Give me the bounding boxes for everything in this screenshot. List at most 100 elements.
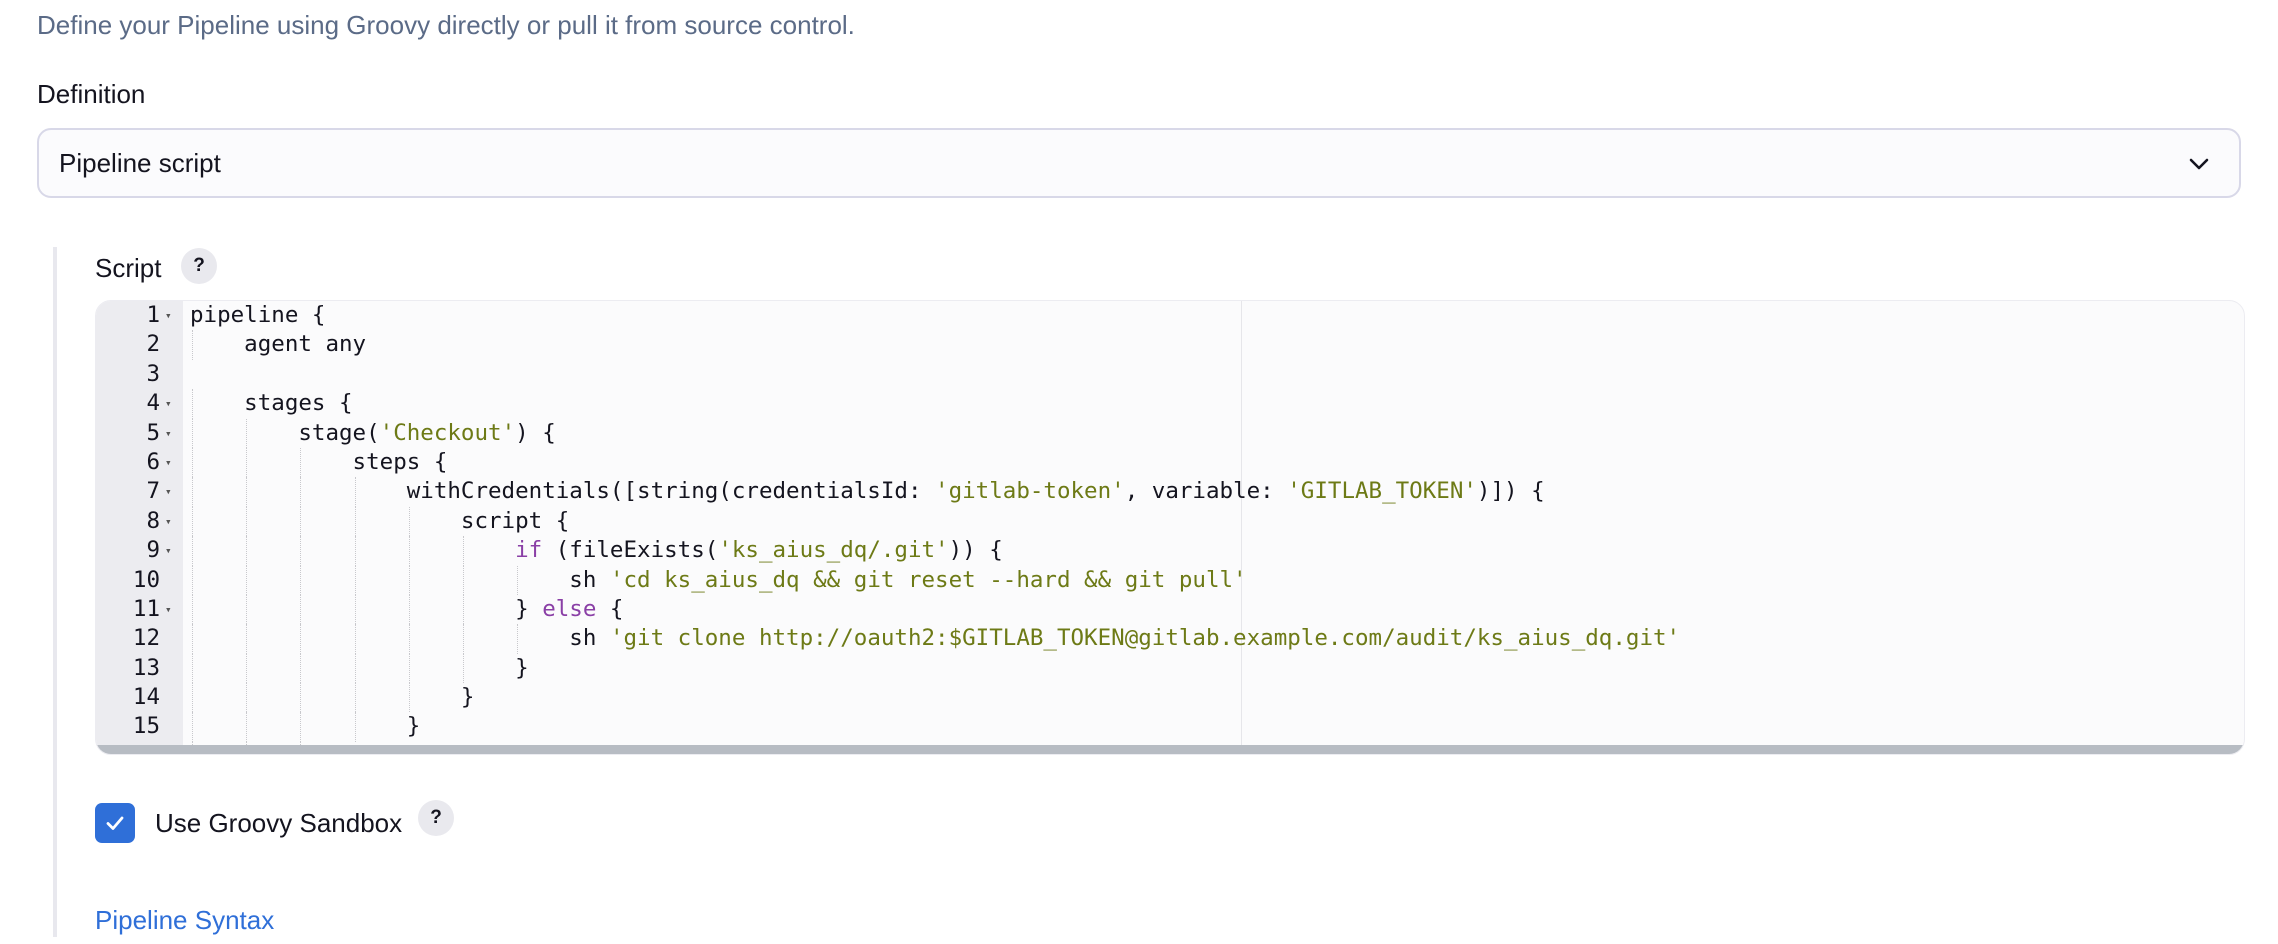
indent-guide bbox=[300, 712, 302, 742]
fold-toggle-icon[interactable]: ▾ bbox=[165, 448, 172, 477]
code-line[interactable]: 4 ▾ stages { bbox=[96, 389, 2244, 419]
code-text: } bbox=[190, 683, 475, 712]
indent-guide bbox=[300, 594, 302, 625]
indent-guide bbox=[408, 536, 410, 566]
code-token: { bbox=[596, 595, 624, 622]
indent-guide bbox=[246, 565, 248, 595]
indent-guide bbox=[192, 330, 193, 360]
code-line[interactable]: 7 ▾ withCredentials([string(credentialsId… bbox=[96, 477, 2244, 507]
code-token: sh bbox=[190, 566, 610, 593]
indent-guide bbox=[408, 624, 410, 654]
indent-guide bbox=[463, 536, 464, 566]
fold-toggle-icon[interactable]: ▾ bbox=[165, 536, 172, 565]
definition-select-value: Pipeline script bbox=[59, 147, 221, 178]
code-line[interactable]: 11 ▾ } else { bbox=[96, 594, 2244, 625]
script-help-button[interactable]: ? bbox=[181, 248, 217, 284]
indent-guide bbox=[354, 506, 356, 537]
line-number: 15 bbox=[132, 713, 160, 740]
code-line[interactable]: 1 ▾ pipeline { bbox=[96, 301, 2244, 330]
editor-horizontal-scrollbar[interactable] bbox=[96, 745, 2244, 754]
line-number: 6 bbox=[146, 448, 160, 475]
code-token: ) { bbox=[515, 419, 556, 446]
definition-label: Definition bbox=[37, 79, 146, 109]
indent-guide bbox=[354, 653, 356, 684]
indent-guide bbox=[354, 565, 356, 595]
sandbox-help-button[interactable]: ? bbox=[418, 800, 454, 836]
code-token: )) { bbox=[948, 537, 1003, 564]
code-line[interactable]: 14 } bbox=[96, 683, 2244, 713]
code-line[interactable]: 8 ▾ script { bbox=[96, 506, 2244, 537]
code-line[interactable]: 10 sh 'cd ks_aius_dq && git reset --hard… bbox=[96, 565, 2244, 595]
indent-guide bbox=[192, 447, 193, 478]
indent-guide bbox=[246, 712, 248, 742]
indent-guide bbox=[300, 536, 302, 566]
fold-toggle-icon[interactable]: ▾ bbox=[165, 389, 172, 418]
indent-guide bbox=[192, 594, 193, 625]
code-token: steps { bbox=[190, 448, 448, 475]
code-line[interactable]: 2 agent any bbox=[96, 330, 2244, 360]
code-line[interactable]: 15 } bbox=[96, 712, 2244, 742]
indent-guide bbox=[246, 624, 248, 654]
groovy-sandbox-label[interactable]: Use Groovy Sandbox bbox=[155, 808, 402, 839]
pipeline-definition-panel: Define your Pipeline using Groovy direct… bbox=[0, 0, 2278, 944]
code-line[interactable]: 12 sh 'git clone http://oauth2:$GITLAB_T… bbox=[96, 624, 2244, 654]
fold-toggle-icon[interactable]: ▾ bbox=[165, 507, 172, 536]
fold-toggle-icon[interactable]: ▾ bbox=[165, 595, 172, 624]
indent-guide bbox=[192, 653, 193, 684]
code-token: } bbox=[190, 684, 475, 711]
code-string: 'ks_aius_dq/.git' bbox=[718, 537, 949, 564]
code-text: stages { bbox=[190, 389, 352, 418]
chevron-down-icon bbox=[2189, 158, 2209, 170]
indent-guide bbox=[192, 506, 193, 537]
definition-select[interactable]: Pipeline script bbox=[37, 128, 2241, 198]
line-number: 4 bbox=[146, 390, 160, 417]
script-label: Script bbox=[95, 253, 162, 283]
code-line[interactable]: 3 bbox=[96, 360, 2244, 389]
indent-guide bbox=[517, 565, 519, 595]
line-number: 2 bbox=[146, 331, 160, 358]
code-line[interactable]: 5 ▾ stage('Checkout') { bbox=[96, 418, 2244, 448]
code-keyword: if bbox=[515, 537, 543, 564]
fold-toggle-icon[interactable]: ▾ bbox=[165, 301, 172, 330]
groovy-sandbox-checkbox[interactable] bbox=[95, 803, 135, 843]
code-token: agent any bbox=[190, 331, 367, 358]
fold-toggle-icon[interactable]: ▾ bbox=[165, 477, 172, 506]
code-text: withCredentials([string(credentialsId: '… bbox=[190, 477, 1545, 506]
editor-code-lines[interactable]: 1 ▾ pipeline {2 agent any 3 4 ▾ stages {5 ▾ st… bbox=[96, 301, 2244, 754]
code-string: 'gitlab-token' bbox=[935, 478, 1125, 505]
code-token: } bbox=[190, 595, 543, 622]
code-text: if (fileExists('ks_aius_dq/.git')) { bbox=[190, 536, 1003, 565]
indent-guide bbox=[354, 536, 356, 566]
line-number: 8 bbox=[146, 507, 160, 534]
code-string: 'cd ks_aius_dq && git reset --hard && gi… bbox=[609, 566, 1247, 593]
indent-guide bbox=[192, 683, 193, 713]
pipeline-syntax-link[interactable]: Pipeline Syntax bbox=[95, 905, 274, 936]
indent-guide bbox=[300, 477, 302, 507]
fold-toggle-icon[interactable]: ▾ bbox=[165, 419, 172, 448]
code-line[interactable]: 9 ▾ if (fileExists('ks_aius_dq/.git')) { bbox=[96, 536, 2244, 566]
checkmark-icon bbox=[106, 816, 124, 830]
code-token: withCredentials([string(credentialsId: bbox=[190, 478, 936, 505]
indent-guide bbox=[300, 447, 302, 478]
script-editor[interactable]: 1 ▾ pipeline {2 agent any 3 4 ▾ stages {5 ▾ st… bbox=[95, 300, 2245, 755]
line-number: 11 bbox=[132, 595, 160, 622]
indent-guide bbox=[300, 506, 302, 537]
code-line[interactable]: 6 ▾ steps { bbox=[96, 447, 2244, 478]
code-text: } bbox=[190, 654, 529, 683]
indent-guide bbox=[246, 653, 248, 684]
indent-guide bbox=[408, 565, 410, 595]
code-line[interactable]: 13 } bbox=[96, 653, 2244, 684]
code-string: 'GITLAB_TOKEN' bbox=[1287, 478, 1477, 505]
code-string: 'git clone http://oauth2:$GITLAB_TOKEN@g… bbox=[609, 625, 1681, 652]
indent-guide bbox=[192, 389, 193, 419]
line-number: 3 bbox=[146, 360, 160, 387]
code-token: } bbox=[190, 654, 529, 681]
code-text: stage('Checkout') { bbox=[190, 419, 556, 448]
line-number: 5 bbox=[146, 419, 160, 446]
code-text: sh 'git clone http://oauth2:$GITLAB_TOKE… bbox=[190, 624, 1680, 653]
code-token: (fileExists( bbox=[542, 537, 719, 564]
indent-guide bbox=[408, 653, 410, 684]
indent-guide bbox=[354, 683, 356, 713]
indent-guide bbox=[408, 594, 410, 625]
